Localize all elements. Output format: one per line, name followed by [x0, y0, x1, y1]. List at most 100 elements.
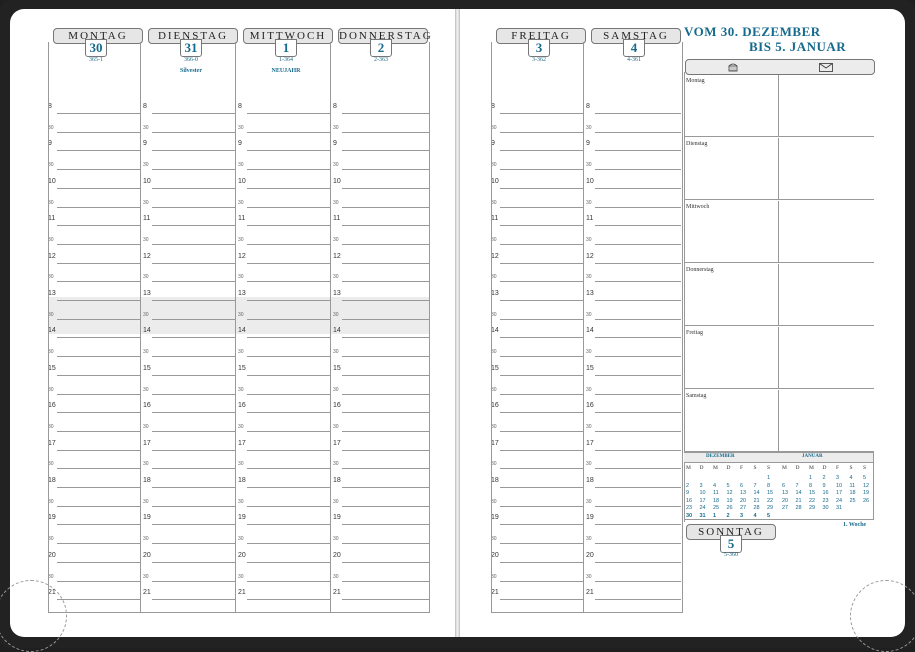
left-slot-line[interactable] [342, 599, 429, 600]
right-halfslot-line[interactable] [595, 506, 681, 507]
left-halfslot-line[interactable] [342, 132, 429, 133]
left-halfslot-line[interactable] [247, 281, 331, 282]
right-halfslot-line[interactable] [595, 244, 681, 245]
left-halfslot-line[interactable] [342, 244, 429, 245]
left-halfslot-line[interactable] [57, 281, 141, 282]
left-halfslot-line[interactable] [152, 431, 236, 432]
left-halfslot-line[interactable] [152, 394, 236, 395]
left-slot-line[interactable] [152, 487, 236, 488]
left-halfslot-line[interactable] [57, 506, 141, 507]
left-halfslot-line[interactable] [57, 543, 141, 544]
right-halfslot-line[interactable] [500, 468, 584, 469]
left-halfslot-line[interactable] [247, 319, 331, 320]
left-halfslot-line[interactable] [57, 132, 141, 133]
left-halfslot-line[interactable] [57, 468, 141, 469]
left-halfslot-line[interactable] [247, 468, 331, 469]
right-halfslot-line[interactable] [500, 431, 584, 432]
left-slot-line[interactable] [57, 524, 141, 525]
left-slot-line[interactable] [342, 450, 429, 451]
right-halfslot-line[interactable] [500, 319, 584, 320]
left-slot-line[interactable] [342, 412, 429, 413]
right-halfslot-line[interactable] [595, 468, 681, 469]
right-slot-line[interactable] [500, 188, 584, 189]
right-slot-line[interactable] [500, 113, 584, 114]
left-slot-line[interactable] [342, 113, 429, 114]
right-halfslot-line[interactable] [595, 431, 681, 432]
left-slot-line[interactable] [342, 300, 429, 301]
right-slot-line[interactable] [595, 337, 681, 338]
right-slot-line[interactable] [595, 113, 681, 114]
left-halfslot-line[interactable] [342, 169, 429, 170]
left-slot-line[interactable] [247, 487, 331, 488]
right-slot-line[interactable] [500, 450, 584, 451]
right-slot-line[interactable] [595, 375, 681, 376]
left-halfslot-line[interactable] [342, 319, 429, 320]
left-slot-line[interactable] [342, 150, 429, 151]
left-slot-line[interactable] [152, 450, 236, 451]
left-halfslot-line[interactable] [57, 431, 141, 432]
left-halfslot-line[interactable] [342, 543, 429, 544]
left-slot-line[interactable] [247, 263, 331, 264]
left-slot-line[interactable] [342, 487, 429, 488]
right-halfslot-line[interactable] [595, 543, 681, 544]
left-halfslot-line[interactable] [57, 244, 141, 245]
left-halfslot-line[interactable] [247, 431, 331, 432]
right-slot-line[interactable] [595, 188, 681, 189]
left-slot-line[interactable] [152, 562, 236, 563]
left-slot-line[interactable] [342, 188, 429, 189]
left-slot-line[interactable] [57, 263, 141, 264]
right-halfslot-line[interactable] [595, 581, 681, 582]
left-slot-line[interactable] [247, 188, 331, 189]
right-halfslot-line[interactable] [595, 132, 681, 133]
left-halfslot-line[interactable] [152, 506, 236, 507]
left-halfslot-line[interactable] [342, 281, 429, 282]
left-slot-line[interactable] [152, 300, 236, 301]
right-halfslot-line[interactable] [500, 581, 584, 582]
left-halfslot-line[interactable] [342, 468, 429, 469]
right-halfslot-line[interactable] [595, 169, 681, 170]
right-slot-line[interactable] [500, 375, 584, 376]
right-slot-line[interactable] [500, 412, 584, 413]
left-halfslot-line[interactable] [342, 207, 429, 208]
left-slot-line[interactable] [57, 188, 141, 189]
left-slot-line[interactable] [247, 375, 331, 376]
left-slot-line[interactable] [342, 263, 429, 264]
left-slot-line[interactable] [342, 562, 429, 563]
left-slot-line[interactable] [152, 599, 236, 600]
right-slot-line[interactable] [500, 599, 584, 600]
left-slot-line[interactable] [247, 562, 331, 563]
left-slot-line[interactable] [247, 450, 331, 451]
left-slot-line[interactable] [247, 412, 331, 413]
left-slot-line[interactable] [152, 337, 236, 338]
right-halfslot-line[interactable] [595, 319, 681, 320]
left-halfslot-line[interactable] [152, 581, 236, 582]
left-slot-line[interactable] [57, 562, 141, 563]
right-slot-line[interactable] [500, 524, 584, 525]
right-halfslot-line[interactable] [595, 207, 681, 208]
left-halfslot-line[interactable] [247, 543, 331, 544]
right-slot-line[interactable] [595, 412, 681, 413]
left-slot-line[interactable] [247, 337, 331, 338]
left-halfslot-line[interactable] [247, 356, 331, 357]
right-slot-line[interactable] [595, 225, 681, 226]
right-halfslot-line[interactable] [500, 132, 584, 133]
left-halfslot-line[interactable] [152, 132, 236, 133]
left-slot-line[interactable] [152, 188, 236, 189]
left-halfslot-line[interactable] [152, 244, 236, 245]
right-slot-line[interactable] [595, 599, 681, 600]
left-halfslot-line[interactable] [57, 207, 141, 208]
right-slot-line[interactable] [595, 487, 681, 488]
left-halfslot-line[interactable] [342, 431, 429, 432]
left-halfslot-line[interactable] [57, 581, 141, 582]
left-slot-line[interactable] [247, 225, 331, 226]
left-halfslot-line[interactable] [152, 169, 236, 170]
right-halfslot-line[interactable] [500, 244, 584, 245]
left-slot-line[interactable] [342, 524, 429, 525]
left-halfslot-line[interactable] [247, 132, 331, 133]
left-halfslot-line[interactable] [247, 207, 331, 208]
left-slot-line[interactable] [57, 412, 141, 413]
right-slot-line[interactable] [595, 450, 681, 451]
right-halfslot-line[interactable] [500, 281, 584, 282]
right-halfslot-line[interactable] [500, 169, 584, 170]
right-slot-line[interactable] [500, 263, 584, 264]
